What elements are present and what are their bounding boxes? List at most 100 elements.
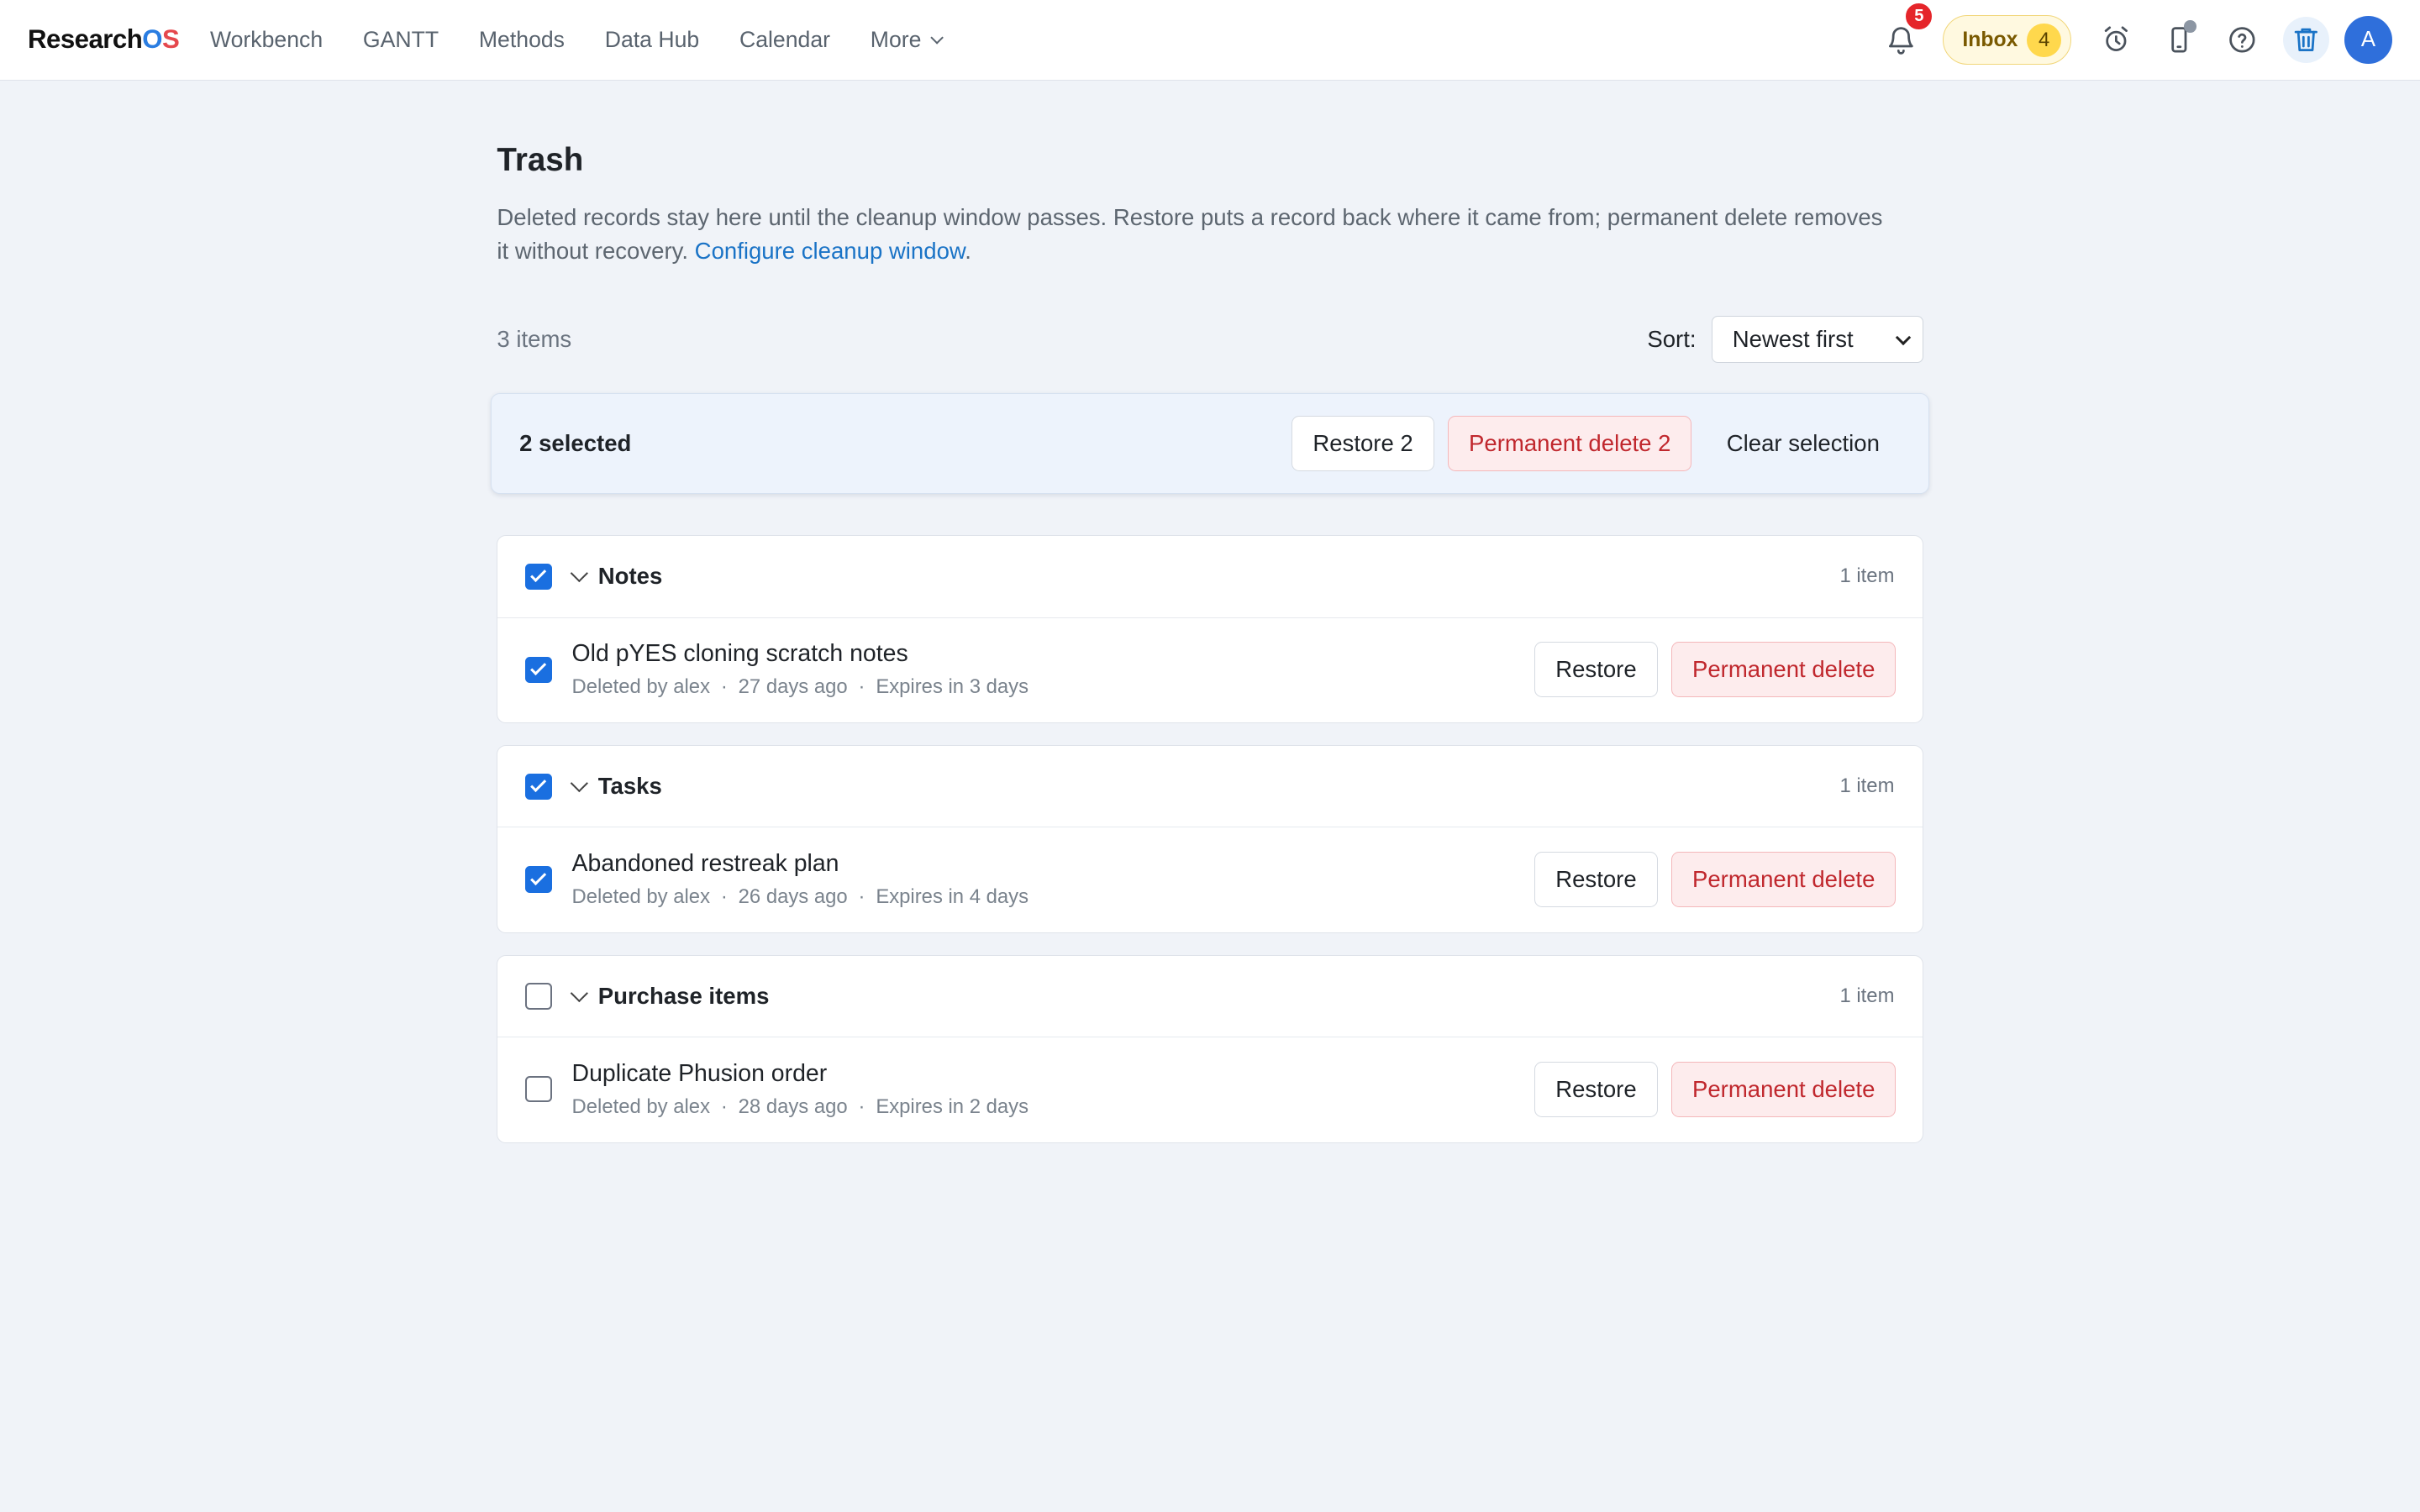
deleted-by: Deleted by alex — [571, 1095, 711, 1118]
main-nav: Workbench GANTT Methods Data Hub Calenda… — [210, 27, 980, 53]
sort-label: Sort: — [1647, 325, 1697, 352]
meta-separator: · — [858, 675, 865, 699]
chevron-down-icon[interactable] — [571, 564, 589, 583]
row-checkbox[interactable] — [525, 1076, 552, 1103]
logo-letter-o: O — [142, 24, 162, 55]
permanent-delete-button[interactable]: Permanent delete — [1671, 851, 1897, 908]
nav-gantt[interactable]: GANTT — [363, 27, 439, 53]
group-checkbox[interactable] — [525, 983, 552, 1010]
trash-button[interactable] — [2282, 17, 2329, 64]
meta-separator: · — [720, 1095, 728, 1118]
group-purchase-items: Purchase items 1 item Duplicate Phusion … — [497, 954, 1923, 1143]
row-meta: Deleted by alex · 27 days ago · Expires in 3… — [572, 675, 1535, 699]
main-content: Trash Deleted records stay here until th… — [491, 81, 1929, 1143]
logo-letter-s: S — [161, 24, 180, 55]
group-tasks: Tasks 1 item Abandoned restreak plan Del… — [497, 745, 1923, 934]
check-icon — [530, 869, 547, 886]
row-meta: Deleted by alex · 28 days ago · Expires in 2… — [572, 1095, 1535, 1119]
row-title: Abandoned restreak plan — [571, 849, 839, 877]
permanent-delete-button[interactable]: Permanent delete — [1671, 1061, 1897, 1117]
deleted-age: 27 days ago — [738, 675, 848, 699]
row-checkbox[interactable] — [525, 866, 552, 893]
page-description: Deleted records stay here until the clea… — [497, 203, 1883, 265]
selected-count: 2 selected — [519, 430, 632, 457]
chevron-down-icon[interactable] — [571, 774, 589, 792]
check-icon — [530, 775, 547, 793]
trash-icon — [2294, 29, 2317, 52]
row-info: Old pYES cloning scratch notes Deleted b… — [572, 640, 1535, 699]
group-count: 1 item — [1839, 774, 1895, 798]
deleted-by: Deleted by alex — [571, 675, 711, 699]
page-title: Trash — [497, 141, 584, 178]
meta-separator: · — [858, 885, 865, 909]
nav-more[interactable]: More — [870, 26, 944, 53]
group-count: 1 item — [1839, 564, 1895, 588]
item-count: 3 items — [497, 325, 572, 352]
group-notes: Notes 1 item Old pYES cloning scratch no… — [497, 535, 1923, 724]
restore-button[interactable]: Restore — [1534, 642, 1658, 698]
row-info: Duplicate Phusion order Deleted by alex ·… — [572, 1060, 1535, 1119]
bulk-restore-button[interactable]: Restore 2 — [1292, 415, 1434, 472]
trash-row: Old pYES cloning scratch notes Deleted b… — [497, 618, 1922, 722]
group-header: Notes 1 item — [497, 536, 1923, 618]
configure-cleanup-link[interactable]: Configure cleanup window — [695, 238, 965, 264]
mobile-device-button[interactable] — [2156, 17, 2202, 63]
sort-select[interactable]: Newest first — [1711, 316, 1923, 363]
notification-count-badge: 5 — [1904, 1, 1934, 31]
logo-text: Research — [28, 24, 143, 55]
inbox-label: Inbox — [1962, 28, 2018, 51]
deleted-by: Deleted by alex — [571, 885, 711, 909]
alarm-clock-icon — [2104, 26, 2128, 52]
row-info: Abandoned restreak plan Deleted by alex ·… — [572, 850, 1535, 909]
expires-in: Expires in 3 days — [876, 675, 1028, 699]
bulk-action-bar: 2 selected Restore 2 Permanent delete 2 … — [491, 393, 1929, 494]
group-header: Tasks 1 item — [497, 746, 1923, 828]
group-header: Purchase items 1 item — [497, 956, 1923, 1038]
trash-row: Duplicate Phusion order Deleted by alex ·… — [497, 1037, 1922, 1141]
row-meta: Deleted by alex · 26 days ago · Expires in 4… — [572, 885, 1535, 909]
restore-button[interactable]: Restore — [1534, 851, 1658, 908]
top-bar: ResearchOS Workbench GANTT Methods Data … — [0, 0, 2420, 81]
help-icon — [2229, 27, 2255, 53]
group-checkbox[interactable] — [525, 773, 552, 800]
chevron-down-icon[interactable] — [571, 984, 589, 1002]
group-title: Notes — [597, 563, 663, 590]
deleted-age: 26 days ago — [738, 885, 848, 909]
list-header: 3 items Sort: Newest first — [497, 316, 1923, 363]
group-checkbox[interactable] — [525, 563, 552, 591]
expires-in: Expires in 4 days — [876, 885, 1028, 909]
sort-value: Newest first — [1732, 325, 1854, 352]
meta-separator: · — [720, 675, 728, 699]
bulk-permanent-delete-button[interactable]: Permanent delete 2 — [1448, 415, 1692, 472]
row-checkbox[interactable] — [525, 656, 552, 683]
nav-more-label: More — [870, 26, 922, 52]
group-count: 1 item — [1839, 984, 1895, 1008]
nav-methods[interactable]: Methods — [479, 27, 565, 53]
notifications-button[interactable]: 5 — [1878, 1, 1934, 63]
row-title: Old pYES cloning scratch notes — [571, 640, 908, 668]
restore-button[interactable]: Restore — [1534, 1061, 1658, 1117]
user-avatar[interactable]: A — [2344, 16, 2392, 65]
nav-workbench[interactable]: Workbench — [210, 27, 323, 53]
app-logo[interactable]: ResearchOS — [28, 24, 180, 55]
top-right-actions: 5 Inbox 4 A — [1878, 0, 2392, 81]
sort-control: Sort: Newest first — [1647, 316, 1923, 363]
deleted-age: 28 days ago — [738, 1095, 848, 1118]
nav-calendar[interactable]: Calendar — [739, 27, 830, 53]
clear-selection-button[interactable]: Clear selection — [1706, 416, 1901, 471]
inbox-count-badge: 4 — [2027, 23, 2061, 57]
group-title: Tasks — [597, 773, 662, 800]
inbox-button[interactable]: Inbox 4 — [1943, 15, 2071, 66]
status-dot — [2183, 19, 2196, 33]
reminders-button[interactable] — [2093, 17, 2139, 63]
meta-separator: · — [720, 885, 728, 909]
check-icon — [530, 566, 547, 583]
group-title: Purchase items — [597, 983, 770, 1010]
help-button[interactable] — [2219, 17, 2265, 63]
nav-data-hub[interactable]: Data Hub — [605, 27, 699, 53]
permanent-delete-button[interactable]: Permanent delete — [1671, 642, 1897, 698]
trash-row: Abandoned restreak plan Deleted by alex ·… — [497, 827, 1922, 931]
chevron-down-icon — [1896, 329, 1912, 345]
chevron-down-icon — [930, 30, 944, 45]
row-title: Duplicate Phusion order — [571, 1059, 828, 1087]
